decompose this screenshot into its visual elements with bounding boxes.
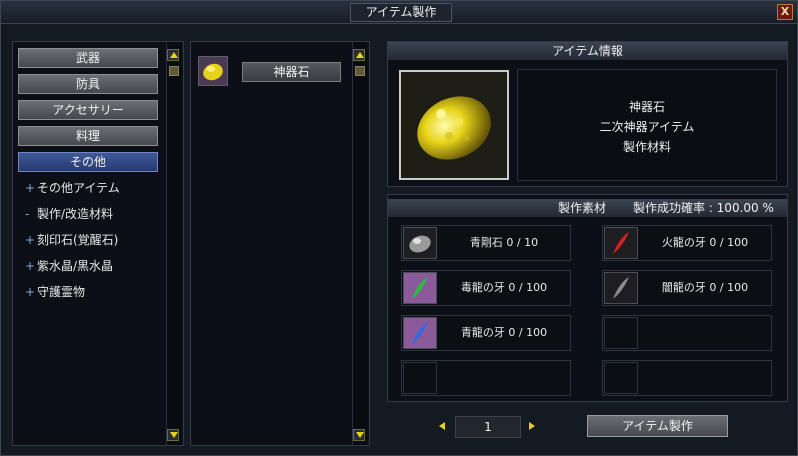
recipe-item-button[interactable]: 神器石 — [242, 62, 341, 82]
material-text — [639, 361, 771, 395]
expand-marker: + — [25, 181, 36, 195]
arrow-up-icon — [356, 52, 364, 58]
crafting-window: アイテム製作 X 武器 防具 アクセサリー 料理 その他 + その他アイテム -製… — [0, 0, 798, 456]
recipe-scroll-thumb[interactable] — [355, 66, 365, 76]
category-accessory-button[interactable]: アクセサリー — [18, 100, 158, 120]
material-text: 火龍の牙 0 / 100 — [661, 236, 749, 249]
quantity-decrease-button[interactable] — [439, 422, 445, 430]
material-icon — [604, 227, 638, 259]
window-title: アイテム製作 — [350, 3, 452, 22]
category-scroll-thumb[interactable] — [169, 66, 179, 76]
material-icon — [403, 227, 437, 259]
gray-ore-icon — [409, 235, 431, 253]
title-bar[interactable]: アイテム製作 X — [1, 1, 797, 24]
material-text: 毒龍の牙 0 / 100 — [460, 281, 548, 294]
collapse-marker: - — [25, 207, 30, 221]
category-armor-button[interactable]: 防具 — [18, 74, 158, 94]
material-slot-empty[interactable] — [602, 360, 772, 396]
subcategory-engrave-stone[interactable]: + 刻印石(覚醒石) — [25, 232, 118, 248]
expand-marker: + — [25, 233, 36, 247]
item-name: 神器石 — [628, 100, 665, 114]
recipe-scroll-up-button[interactable] — [353, 49, 365, 61]
item-type: 二次神器アイテム — [599, 120, 695, 134]
subcategory-label: 守護霊物 — [37, 285, 86, 299]
material-text: 青龍の牙 0 / 100 — [460, 326, 548, 339]
empty-slot-icon — [403, 362, 437, 394]
yellow-ore-icon — [401, 72, 507, 178]
recipe-item-icon[interactable] — [198, 56, 228, 86]
blue-fang-icon — [412, 322, 428, 344]
empty-slot-icon — [604, 362, 638, 394]
item-preview — [399, 70, 509, 180]
material-slot[interactable]: 闇龍の牙 0 / 100 — [602, 270, 772, 306]
arrow-up-icon — [170, 52, 178, 58]
material-text — [639, 316, 771, 350]
material-text: 闇龍の牙 0 / 100 — [661, 281, 749, 294]
materials-label: 製作素材 — [558, 201, 607, 215]
subcategory-label: 刻印石(覚醒石) — [37, 233, 119, 247]
subcategory-guardian[interactable]: + 守護霊物 — [25, 284, 85, 300]
material-text: 青剛石 0 / 10 — [469, 236, 539, 249]
material-slot-empty[interactable] — [401, 360, 571, 396]
category-scrollbar[interactable] — [166, 42, 181, 445]
material-slot[interactable]: 青剛石 0 / 10 — [401, 225, 571, 261]
materials-header: 製作素材 製作成功確率 : 100.00 % — [388, 199, 787, 217]
quantity-input[interactable]: 1 — [455, 416, 521, 438]
item-info-title: アイテム情報 — [552, 44, 623, 58]
item-info-header: アイテム情報 — [388, 42, 787, 60]
recipe-panel — [190, 41, 370, 446]
dark-fang-icon — [613, 277, 629, 299]
category-weapons-button[interactable]: 武器 — [18, 48, 158, 68]
material-icon — [604, 272, 638, 304]
item-description-box: 神器石 二次神器アイテム 製作材料 — [517, 69, 777, 181]
subcategory-crafting-materials[interactable]: - 製作/改造材料 — [25, 206, 113, 222]
material-slot[interactable]: 火龍の牙 0 / 100 — [602, 225, 772, 261]
category-other-button[interactable]: その他 — [18, 152, 158, 172]
craft-item-button[interactable]: アイテム製作 — [587, 415, 728, 437]
recipe-scrollbar[interactable] — [352, 42, 367, 445]
success-rate: 製作成功確率 : 100.00 % — [633, 201, 774, 215]
subcategory-other-items[interactable]: + その他アイテム — [25, 180, 120, 196]
material-slot-empty[interactable] — [602, 315, 772, 351]
item-category: 製作材料 — [622, 140, 671, 154]
category-cooking-button[interactable]: 料理 — [18, 126, 158, 146]
recipe-scroll-down-button[interactable] — [353, 429, 365, 441]
arrow-down-icon — [170, 432, 178, 438]
expand-marker: + — [25, 285, 36, 299]
material-icon — [403, 317, 437, 349]
subcategory-label: その他アイテム — [37, 181, 120, 195]
arrow-down-icon — [356, 432, 364, 438]
yellow-ore-icon — [199, 57, 227, 85]
material-slot[interactable]: 青龍の牙 0 / 100 — [401, 315, 571, 351]
expand-marker: + — [25, 259, 36, 273]
subcategory-crystal[interactable]: + 紫水晶/黒水晶 — [25, 258, 113, 274]
material-text — [438, 361, 570, 395]
material-icon — [403, 272, 437, 304]
empty-slot-icon — [604, 317, 638, 349]
material-slot[interactable]: 毒龍の牙 0 / 100 — [401, 270, 571, 306]
category-scroll-up-button[interactable] — [167, 49, 179, 61]
subcategory-label: 製作/改造材料 — [37, 207, 114, 221]
green-fang-icon — [412, 277, 428, 299]
subcategory-label: 紫水晶/黒水晶 — [37, 259, 114, 273]
red-fang-icon — [613, 232, 629, 254]
quantity-increase-button[interactable] — [529, 422, 535, 430]
category-scroll-down-button[interactable] — [167, 429, 179, 441]
close-button[interactable]: X — [777, 4, 793, 20]
